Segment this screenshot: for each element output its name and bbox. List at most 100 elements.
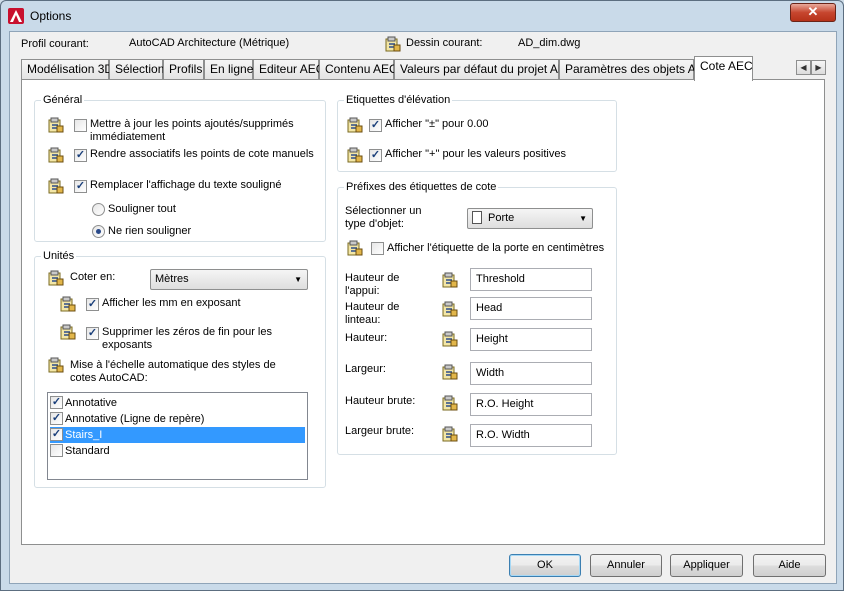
object-type-label: Sélectionner un type d'objet: — [345, 205, 422, 230]
list-item[interactable]: ✓ Annotative — [50, 395, 305, 411]
style-checkbox[interactable]: ✓ — [50, 412, 63, 425]
list-item[interactable]: ✓ Stairs_I — [50, 427, 305, 443]
group-units: Unités Coter en: Mètres ▼ ✓ Afficher les… — [34, 250, 326, 488]
drawing-setting-lock-icon — [347, 147, 363, 163]
ok-button[interactable]: OK — [509, 554, 581, 577]
width-field[interactable]: Width — [470, 362, 592, 385]
tab-cote-aec[interactable]: Cote AEC — [694, 56, 753, 81]
drawing-setting-lock-icon — [347, 117, 363, 133]
tab-en-ligne[interactable]: En ligne — [204, 59, 253, 80]
group-general-title: Général — [41, 94, 85, 106]
dialog-client: Profil courant: AutoCAD Architecture (Mé… — [9, 31, 837, 584]
profile-value: AutoCAD Architecture (Métrique) — [129, 37, 290, 49]
drawing-setting-lock-icon — [347, 240, 363, 256]
sill-height-label: Hauteur de l'appui: — [345, 272, 400, 297]
units-dropdown-value: Mètres — [155, 273, 189, 285]
tab-profils[interactable]: Profils — [163, 59, 204, 80]
replace-underline-label: Remplacer l'affichage du texte souligné — [90, 179, 282, 191]
autocad-icon — [8, 8, 24, 24]
options-dialog: Options ✕ Profil courant: AutoCAD Archit… — [0, 0, 844, 591]
tab-valeurs-projet-aec[interactable]: Valeurs par défaut du projet AEC — [394, 59, 575, 80]
tab-selection[interactable]: Sélection — [109, 59, 164, 80]
drawing-setting-lock-icon — [48, 117, 64, 133]
underline-none-radio[interactable] — [92, 225, 105, 238]
door-cm-label: Afficher l'étiquette de la porte en cent… — [387, 242, 605, 254]
auto-scale-label: Mise à l'échelle automatique des styles … — [70, 359, 276, 384]
show-plusminus-checkbox[interactable]: ✓ — [369, 119, 382, 132]
drawing-value: AD_dim.dwg — [518, 37, 581, 49]
update-points-label: Mettre à jour les points ajoutés/supprim… — [90, 118, 294, 143]
drawing-setting-lock-icon — [48, 270, 64, 286]
tab-modelisation-3d[interactable]: Modélisation 3D — [21, 59, 113, 80]
tab-scroll-left-icon[interactable]: ◀ — [796, 60, 811, 75]
update-points-checkbox[interactable] — [74, 119, 87, 132]
object-type-dropdown[interactable]: Porte ▼ — [467, 208, 593, 229]
group-elevation: Etiquettes d'élévation ✓ Afficher "±" po… — [337, 94, 617, 172]
width-label: Largeur: — [345, 363, 386, 375]
ro-height-label: Hauteur brute: — [345, 395, 416, 407]
help-button[interactable]: Aide — [753, 554, 826, 577]
show-plus-label: Afficher "+" pour les valeurs positives — [385, 148, 566, 160]
drawing-label: Dessin courant: — [406, 37, 483, 49]
door-cm-checkbox[interactable] — [371, 242, 384, 255]
associative-points-checkbox[interactable]: ✓ — [74, 149, 87, 162]
coter-en-label: Coter en: — [70, 271, 116, 283]
tab-scroll-right-icon[interactable]: ▶ — [811, 60, 826, 75]
drawing-setting-lock-icon — [48, 178, 64, 194]
drawing-setting-lock-icon — [442, 395, 458, 411]
list-item[interactable]: Standard — [50, 443, 305, 459]
drawing-setting-lock-icon — [442, 301, 458, 317]
drawing-setting-lock-icon — [442, 364, 458, 380]
tab-editeur-aec[interactable]: Editeur AEC — [253, 59, 324, 80]
door-icon — [472, 211, 482, 224]
mm-exponent-checkbox[interactable]: ✓ — [86, 298, 99, 311]
drawing-setting-lock-icon — [442, 331, 458, 347]
replace-underline-checkbox[interactable]: ✓ — [74, 180, 87, 193]
underline-all-radio[interactable] — [92, 203, 105, 216]
show-plusminus-label: Afficher "±" pour 0.00 — [385, 118, 489, 130]
list-item[interactable]: ✓ Annotative (Ligne de repère) — [50, 411, 305, 427]
height-field[interactable]: Height — [470, 328, 592, 351]
ro-width-label: Largeur brute: — [345, 425, 415, 437]
show-plus-checkbox[interactable]: ✓ — [369, 149, 382, 162]
suppress-zeros-checkbox[interactable]: ✓ — [86, 327, 99, 340]
height-label: Hauteur: — [345, 332, 388, 344]
drawing-setting-lock-icon — [48, 357, 64, 373]
tab-panel-cote-aec: Général Mettre à jour les points ajoutés… — [21, 79, 825, 545]
sill-height-field[interactable]: Threshold — [470, 268, 592, 291]
group-prefixes-title: Préfixes des étiquettes de cote — [344, 181, 499, 193]
drawing-setting-lock-icon — [60, 324, 76, 340]
title-bar: Options ✕ — [1, 1, 843, 31]
tab-parametres-objets-aec[interactable]: Paramètres des objets AEC — [559, 59, 712, 80]
head-height-label: Hauteur de linteau: — [345, 301, 400, 326]
underline-none-label: Ne rien souligner — [108, 225, 192, 237]
drawing-setting-lock-icon — [442, 426, 458, 442]
drawing-settings-icon — [385, 36, 401, 52]
group-elevation-title: Etiquettes d'élévation — [344, 94, 453, 106]
group-prefixes: Préfixes des étiquettes de cote Sélectio… — [337, 181, 617, 455]
suppress-zeros-label: Supprimer les zéros de fin pour les expo… — [102, 326, 272, 351]
cancel-button[interactable]: Annuler — [590, 554, 662, 577]
ro-width-field[interactable]: R.O. Width — [470, 424, 592, 447]
chevron-down-icon: ▼ — [579, 214, 587, 223]
drawing-setting-lock-icon — [60, 296, 76, 312]
dim-styles-listbox[interactable]: ✓ Annotative ✓ Annotative (Ligne de repère… — [47, 392, 308, 480]
underline-all-label: Souligner tout — [108, 203, 176, 215]
units-dropdown[interactable]: Mètres ▼ — [150, 269, 308, 290]
profile-label: Profil courant: — [21, 38, 89, 50]
style-checkbox[interactable]: ✓ — [50, 428, 63, 441]
group-general: Général Mettre à jour les points ajoutés… — [34, 94, 326, 242]
drawing-setting-lock-icon — [48, 147, 64, 163]
close-button[interactable]: ✕ — [790, 3, 836, 22]
window-title: Options — [30, 9, 72, 23]
apply-button[interactable]: Appliquer — [670, 554, 743, 577]
style-checkbox[interactable] — [50, 444, 63, 457]
tab-contenu-aec[interactable]: Contenu AEC — [319, 59, 398, 80]
mm-exponent-label: Afficher les mm en exposant — [102, 297, 241, 309]
style-checkbox[interactable]: ✓ — [50, 396, 63, 409]
ro-height-field[interactable]: R.O. Height — [470, 393, 592, 416]
object-type-value: Porte — [488, 212, 515, 224]
drawing-setting-lock-icon — [442, 272, 458, 288]
group-units-title: Unités — [41, 250, 77, 262]
head-height-field[interactable]: Head — [470, 297, 592, 320]
